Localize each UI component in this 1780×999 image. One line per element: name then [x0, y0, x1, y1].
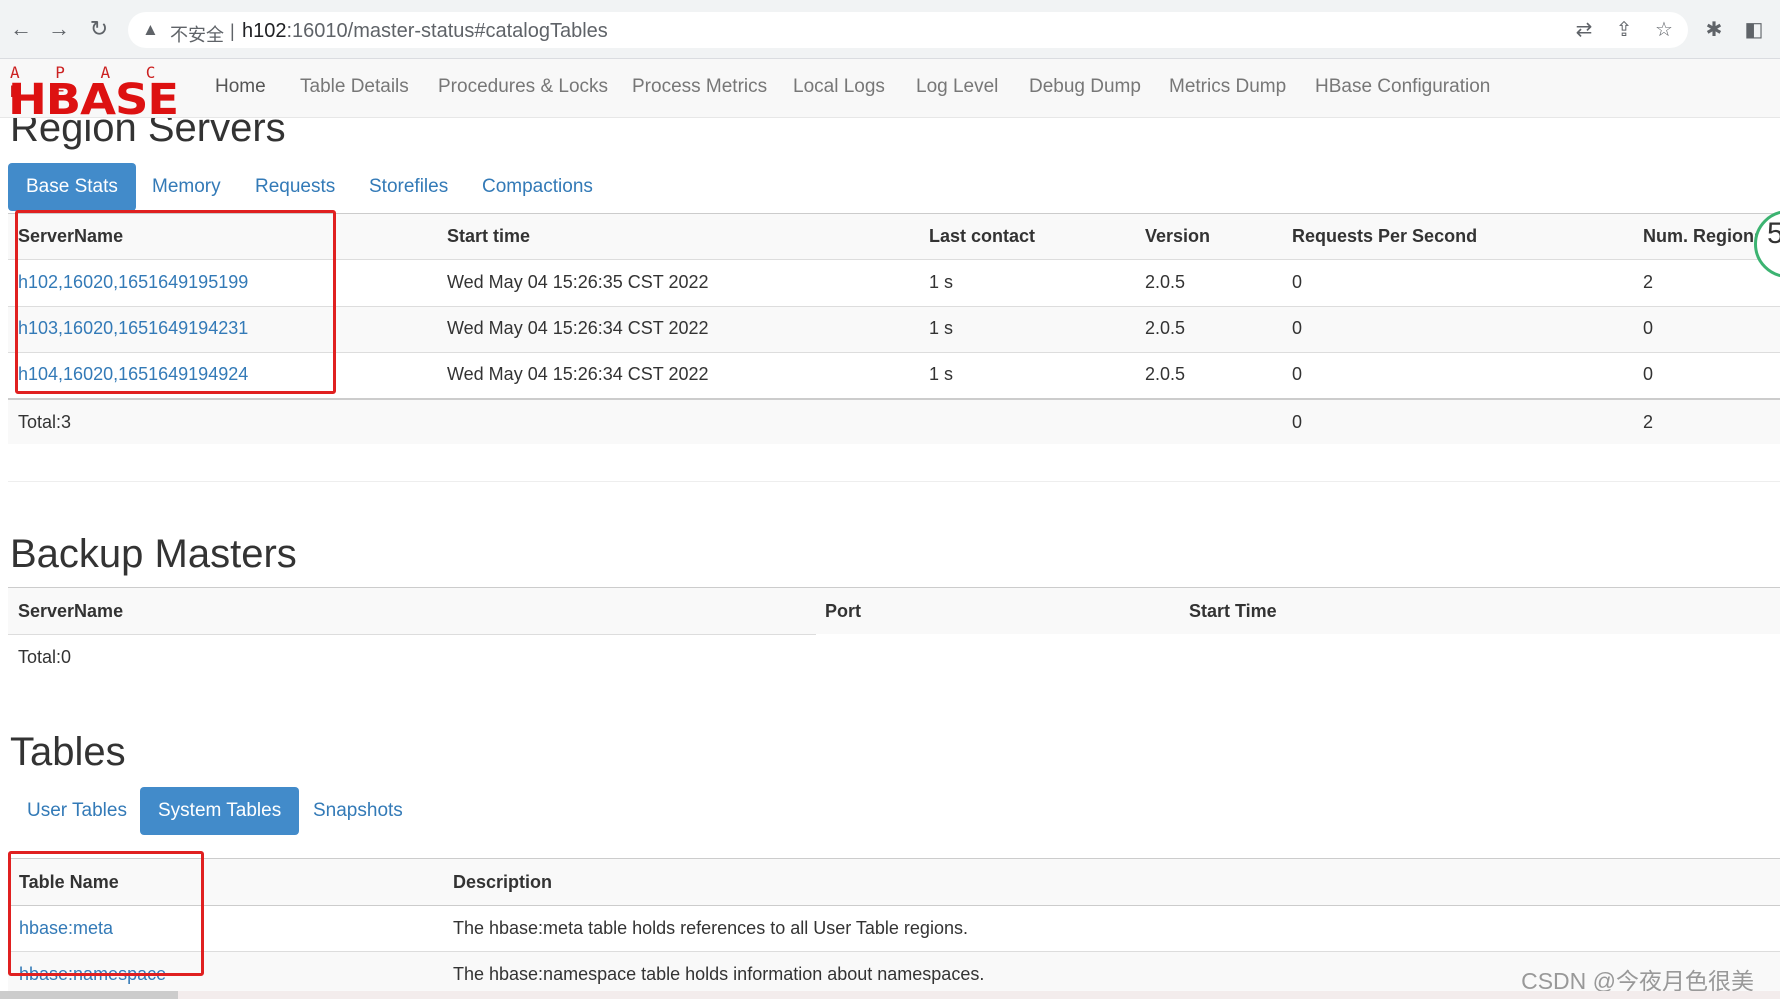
backup-total: Total:0	[18, 647, 72, 667]
tab-user-tables[interactable]: User Tables	[9, 787, 145, 835]
nav-local-logs[interactable]: Local Logs	[793, 76, 885, 98]
share-icon[interactable]: ⇪	[1612, 17, 1636, 42]
hbase-logo[interactable]: A P A C H E HBASE	[8, 63, 180, 125]
bottom-scrollbar[interactable]	[0, 991, 1780, 999]
extensions-icon[interactable]: ✱	[1702, 17, 1726, 42]
tab-storefiles[interactable]: Storefiles	[351, 163, 466, 211]
total-requests: 0	[1292, 412, 1303, 432]
nav-metrics-dump[interactable]: Metrics Dump	[1169, 76, 1286, 98]
nav-process-metrics[interactable]: Process Metrics	[632, 76, 767, 98]
backup-masters-title: Backup Masters	[10, 532, 297, 576]
nav-procedures-locks[interactable]: Procedures & Locks	[438, 76, 608, 98]
nav-hbase-configuration[interactable]: HBase Configuration	[1315, 76, 1490, 98]
insecure-label: 不安全	[170, 25, 224, 45]
browser-toolbar: ← → ↻ ▲ 不安全 | h102:16010/master-status#c…	[0, 0, 1780, 59]
address-bar[interactable]: ▲ 不安全 | h102:16010/master-status#catalog…	[128, 12, 1688, 48]
table-cell: 2	[1643, 272, 1654, 292]
forward-icon[interactable]: →	[46, 16, 72, 42]
tables-title: Tables	[10, 730, 126, 774]
table-cell: 0	[1643, 364, 1654, 384]
warning-icon: ▲	[142, 20, 159, 39]
total-regions: 2	[1643, 412, 1654, 432]
nav-debug-dump[interactable]: Debug Dump	[1029, 76, 1141, 98]
table-cell: 1 s	[929, 318, 954, 338]
table-cell: 0	[1292, 364, 1303, 384]
table-cell: 1 s	[929, 364, 954, 384]
highlight-box	[8, 851, 204, 976]
tab-base-stats[interactable]: Base Stats	[8, 163, 136, 211]
back-icon[interactable]: ←	[8, 16, 34, 42]
tab-system-tables[interactable]: System Tables	[140, 787, 300, 835]
section-divider	[8, 481, 1780, 482]
table-cell: 2.0.5	[1145, 318, 1186, 338]
scrollbar-thumb[interactable]	[0, 991, 178, 999]
table-cell: 0	[1643, 318, 1654, 338]
row-divider	[8, 634, 816, 635]
tab-snapshots[interactable]: Snapshots	[295, 787, 421, 835]
total-row-bg	[8, 400, 1780, 444]
table-cell: 2.0.5	[1145, 364, 1186, 384]
row-divider	[8, 905, 1780, 906]
table-cell: 0	[1292, 272, 1303, 292]
col-version[interactable]: Version	[1145, 226, 1210, 247]
table-cell: 2.0.5	[1145, 272, 1186, 292]
col-backup-start-time: Start Time	[1189, 601, 1277, 621]
table-cell: Wed May 04 15:26:34 CST 2022	[447, 318, 709, 338]
col-backup-servername: ServerName	[18, 601, 124, 621]
table-cell: 0	[1292, 318, 1303, 338]
hbase-navbar: A P A C H E HBASE Home Table Details Pro…	[0, 59, 1780, 125]
col-num-regions[interactable]: Num. Regions	[1643, 226, 1764, 247]
highlight-box	[15, 210, 336, 394]
col-backup-port: Port	[825, 601, 861, 621]
table-description: The hbase:namespace table holds informat…	[453, 964, 985, 984]
table-description: The hbase:meta table holds references to…	[453, 918, 968, 938]
side-panel-icon[interactable]: ◧	[1742, 17, 1766, 42]
col-start-time[interactable]: Start time	[447, 226, 530, 247]
tab-memory[interactable]: Memory	[134, 163, 239, 211]
header-row-bg	[8, 859, 1780, 905]
col-description: Description	[453, 872, 553, 892]
nav-table-details[interactable]: Table Details	[300, 76, 409, 98]
separator: |	[230, 21, 235, 41]
nav-home[interactable]: Home	[215, 76, 266, 98]
tab-requests[interactable]: Requests	[237, 163, 353, 211]
table-cell: 1 s	[929, 272, 954, 292]
tab-compactions[interactable]: Compactions	[464, 163, 611, 211]
bookmark-star-icon[interactable]: ☆	[1652, 17, 1676, 42]
header-row-bg	[8, 588, 1780, 634]
url-text[interactable]: h102:16010/master-status#catalogTables	[242, 20, 608, 43]
nav-log-level[interactable]: Log Level	[916, 76, 998, 98]
col-requests-per-second[interactable]: Requests Per Second	[1292, 226, 1477, 247]
table-cell: Wed May 04 15:26:34 CST 2022	[447, 364, 709, 384]
translate-icon[interactable]: ⇄	[1572, 17, 1596, 42]
col-last-contact[interactable]: Last contact	[929, 226, 1035, 247]
total-label: Total:3	[18, 412, 72, 432]
table-cell: Wed May 04 15:26:35 CST 2022	[447, 272, 709, 292]
reload-icon[interactable]: ↻	[86, 16, 112, 42]
